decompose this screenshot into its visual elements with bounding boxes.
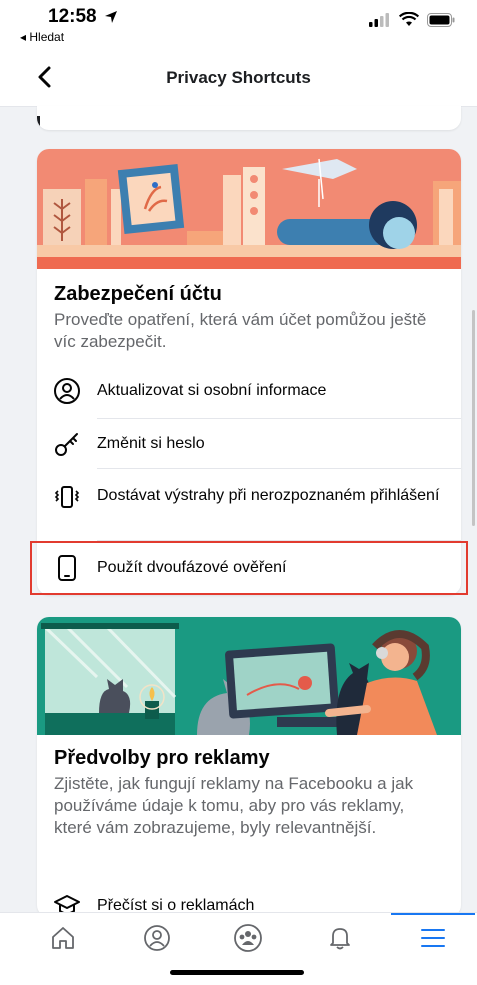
tab-notifications[interactable] bbox=[310, 913, 370, 963]
phone-vibrate-icon bbox=[54, 486, 80, 508]
section-description: Zjistěte, jak fungují reklamy na Faceboo… bbox=[54, 774, 414, 837]
signal-icon bbox=[369, 12, 389, 27]
scrollbar[interactable] bbox=[472, 310, 475, 526]
highlight-box bbox=[30, 541, 468, 595]
tab-home[interactable] bbox=[33, 913, 93, 963]
location-arrow-icon bbox=[105, 11, 117, 23]
profile-icon bbox=[144, 925, 170, 951]
home-icon bbox=[52, 927, 74, 949]
status-bar: 12:58 ◂ Hledat bbox=[0, 0, 477, 50]
login-alerts-item[interactable]: Dostávat výstrahy při nerozpoznaném přih… bbox=[37, 469, 461, 541]
user-circle-icon bbox=[54, 378, 80, 404]
tab-profile[interactable] bbox=[127, 913, 187, 963]
system-icons bbox=[369, 12, 455, 27]
section-title: Zabezpečení účtu bbox=[54, 283, 222, 305]
wifi-icon bbox=[399, 12, 419, 26]
item-label: Aktualizovat si osobní informace bbox=[97, 382, 327, 399]
back-to-app-link[interactable]: ◂ Hledat bbox=[20, 30, 64, 44]
item-label: Změnit si heslo bbox=[97, 435, 205, 452]
tab-menu[interactable] bbox=[403, 913, 463, 963]
section-description: Proveďte opatření, která vám účet pomůžo… bbox=[54, 310, 427, 351]
groups-icon bbox=[234, 924, 262, 952]
section-title: Předvolby pro reklamy bbox=[54, 747, 270, 769]
ad-preferences-card: Předvolby pro reklamy Zjistěte, jak fung… bbox=[37, 617, 461, 917]
home-indicator bbox=[170, 970, 304, 975]
change-password-item[interactable]: Změnit si heslo bbox=[37, 419, 461, 469]
tab-groups[interactable] bbox=[218, 913, 278, 963]
account-security-card: Zabezpečení účtu Proveďte opatření, kter… bbox=[37, 149, 461, 595]
page-title: Privacy Shortcuts bbox=[166, 68, 311, 87]
ads-illustration bbox=[37, 617, 461, 735]
update-personal-info-item[interactable]: Aktualizovat si osobní informace bbox=[37, 373, 461, 419]
key-icon bbox=[55, 433, 78, 456]
navigation-bar: Privacy Shortcuts bbox=[0, 50, 477, 107]
security-illustration bbox=[37, 149, 461, 269]
item-label: Dostávat výstrahy při nerozpoznaném přih… bbox=[97, 487, 440, 504]
status-time: 12:58 bbox=[48, 6, 97, 27]
battery-icon bbox=[427, 12, 455, 27]
bell-icon bbox=[330, 928, 350, 950]
previous-card bbox=[37, 106, 461, 130]
menu-icon bbox=[421, 929, 445, 947]
